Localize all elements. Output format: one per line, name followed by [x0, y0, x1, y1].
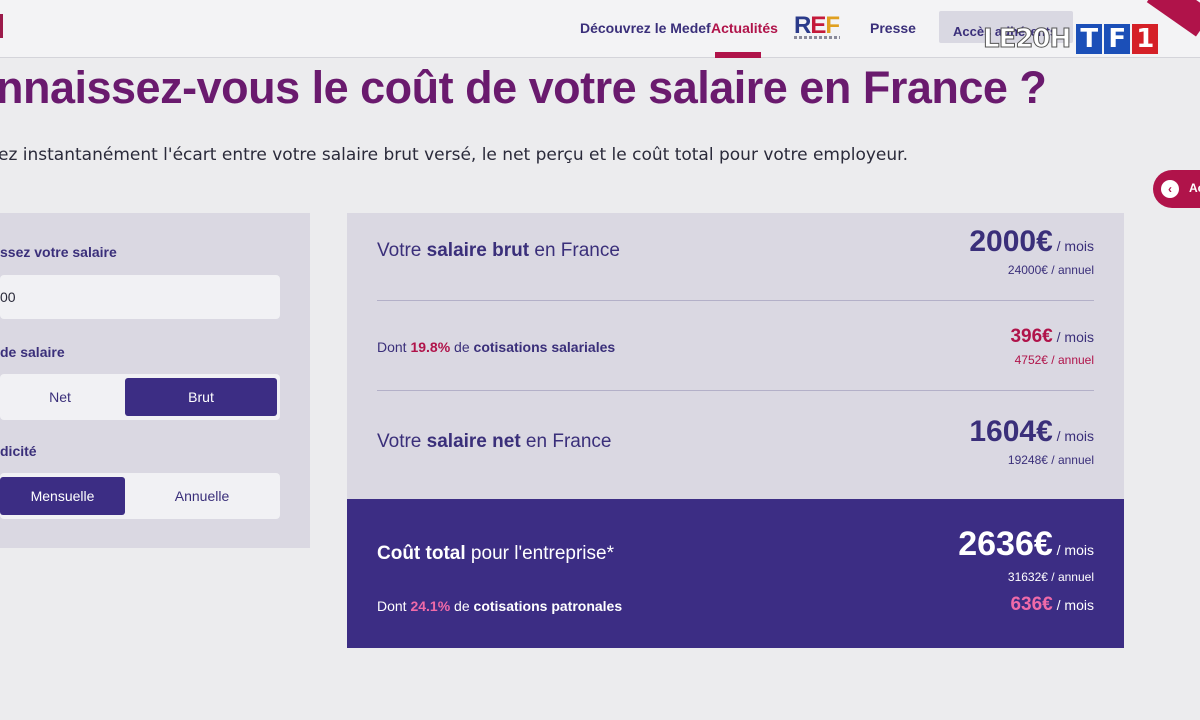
tv-channel-watermark: LE20H T F 1: [982, 22, 1160, 56]
employee-contributions-monthly: 396€ / mois: [1010, 326, 1094, 347]
employee-contributions-label: Dont 19.8% de cotisations salariales: [377, 339, 616, 355]
tf1-letter: T: [1076, 24, 1103, 54]
periodicity-toggle: Mensuelle Annuelle: [0, 473, 280, 519]
page-subtitle: ez instantanément l'écart entre votre sa…: [0, 145, 908, 165]
tf1-logo: T F 1: [1076, 24, 1160, 54]
total-monthly-amount: 2636€ / mois: [958, 525, 1094, 563]
total-annual-amount: 31632€ / annuel: [1007, 570, 1094, 584]
page-title: nnaissez-vous le coût de votre salaire e…: [0, 62, 1047, 113]
salary-type-toggle: Net Brut: [0, 374, 280, 420]
brand-logo-edge[interactable]: [0, 14, 3, 38]
tf1-letter: 1: [1132, 24, 1159, 54]
salary-type-net-option[interactable]: Net: [0, 378, 120, 416]
nav-item-decouvrez[interactable]: Découvrez le Medef: [580, 20, 711, 36]
ref-logo-tagline: [794, 36, 840, 39]
nav-item-actualites[interactable]: Actualités: [711, 20, 778, 36]
salary-field-label: ssez votre salaire: [0, 244, 117, 260]
salary-type-brut-option[interactable]: Brut: [125, 378, 277, 416]
periodicity-annual-option[interactable]: Annuelle: [128, 477, 276, 515]
gross-monthly-amount: 2000€ / mois: [969, 225, 1094, 258]
total-cost-label: Coût total pour l'entreprise*: [377, 543, 614, 564]
salary-input[interactable]: [0, 275, 280, 319]
chevron-left-icon: ‹: [1161, 180, 1179, 198]
results-card: Votre salaire brut en France 2000€ / moi…: [347, 213, 1124, 648]
net-annual-amount: 19248€ / annuel: [1007, 453, 1094, 467]
employer-contributions-label: Dont 24.1% de cotisations patronales: [377, 598, 623, 614]
divider: [377, 300, 1094, 301]
salary-type-label: de salaire: [0, 344, 65, 360]
employee-contributions-annual: 4752€ / annuel: [1014, 353, 1094, 367]
active-nav-indicator: [715, 52, 761, 58]
tf1-letter: F: [1104, 24, 1131, 54]
net-salary-label: Votre salaire net en France: [377, 431, 612, 452]
divider: [377, 390, 1094, 391]
net-monthly-amount: 1604€ / mois: [969, 415, 1094, 448]
gross-salary-label: Votre salaire brut en France: [377, 240, 620, 261]
employer-contributions-monthly: 636€ / mois: [1010, 594, 1094, 615]
side-tab-label: Ac: [1189, 181, 1200, 195]
tv-show-name: LE20H: [982, 24, 1071, 55]
side-access-tab[interactable]: ‹ Ac: [1153, 170, 1200, 208]
nav-item-presse[interactable]: Presse: [870, 20, 916, 36]
gross-annual-amount: 24000€ / annuel: [1007, 263, 1094, 277]
total-cost-box: Coût total pour l'entreprise* 2636€ / mo…: [347, 499, 1124, 648]
periodicity-label: dicité: [0, 443, 37, 459]
periodicity-monthly-option[interactable]: Mensuelle: [0, 477, 125, 515]
